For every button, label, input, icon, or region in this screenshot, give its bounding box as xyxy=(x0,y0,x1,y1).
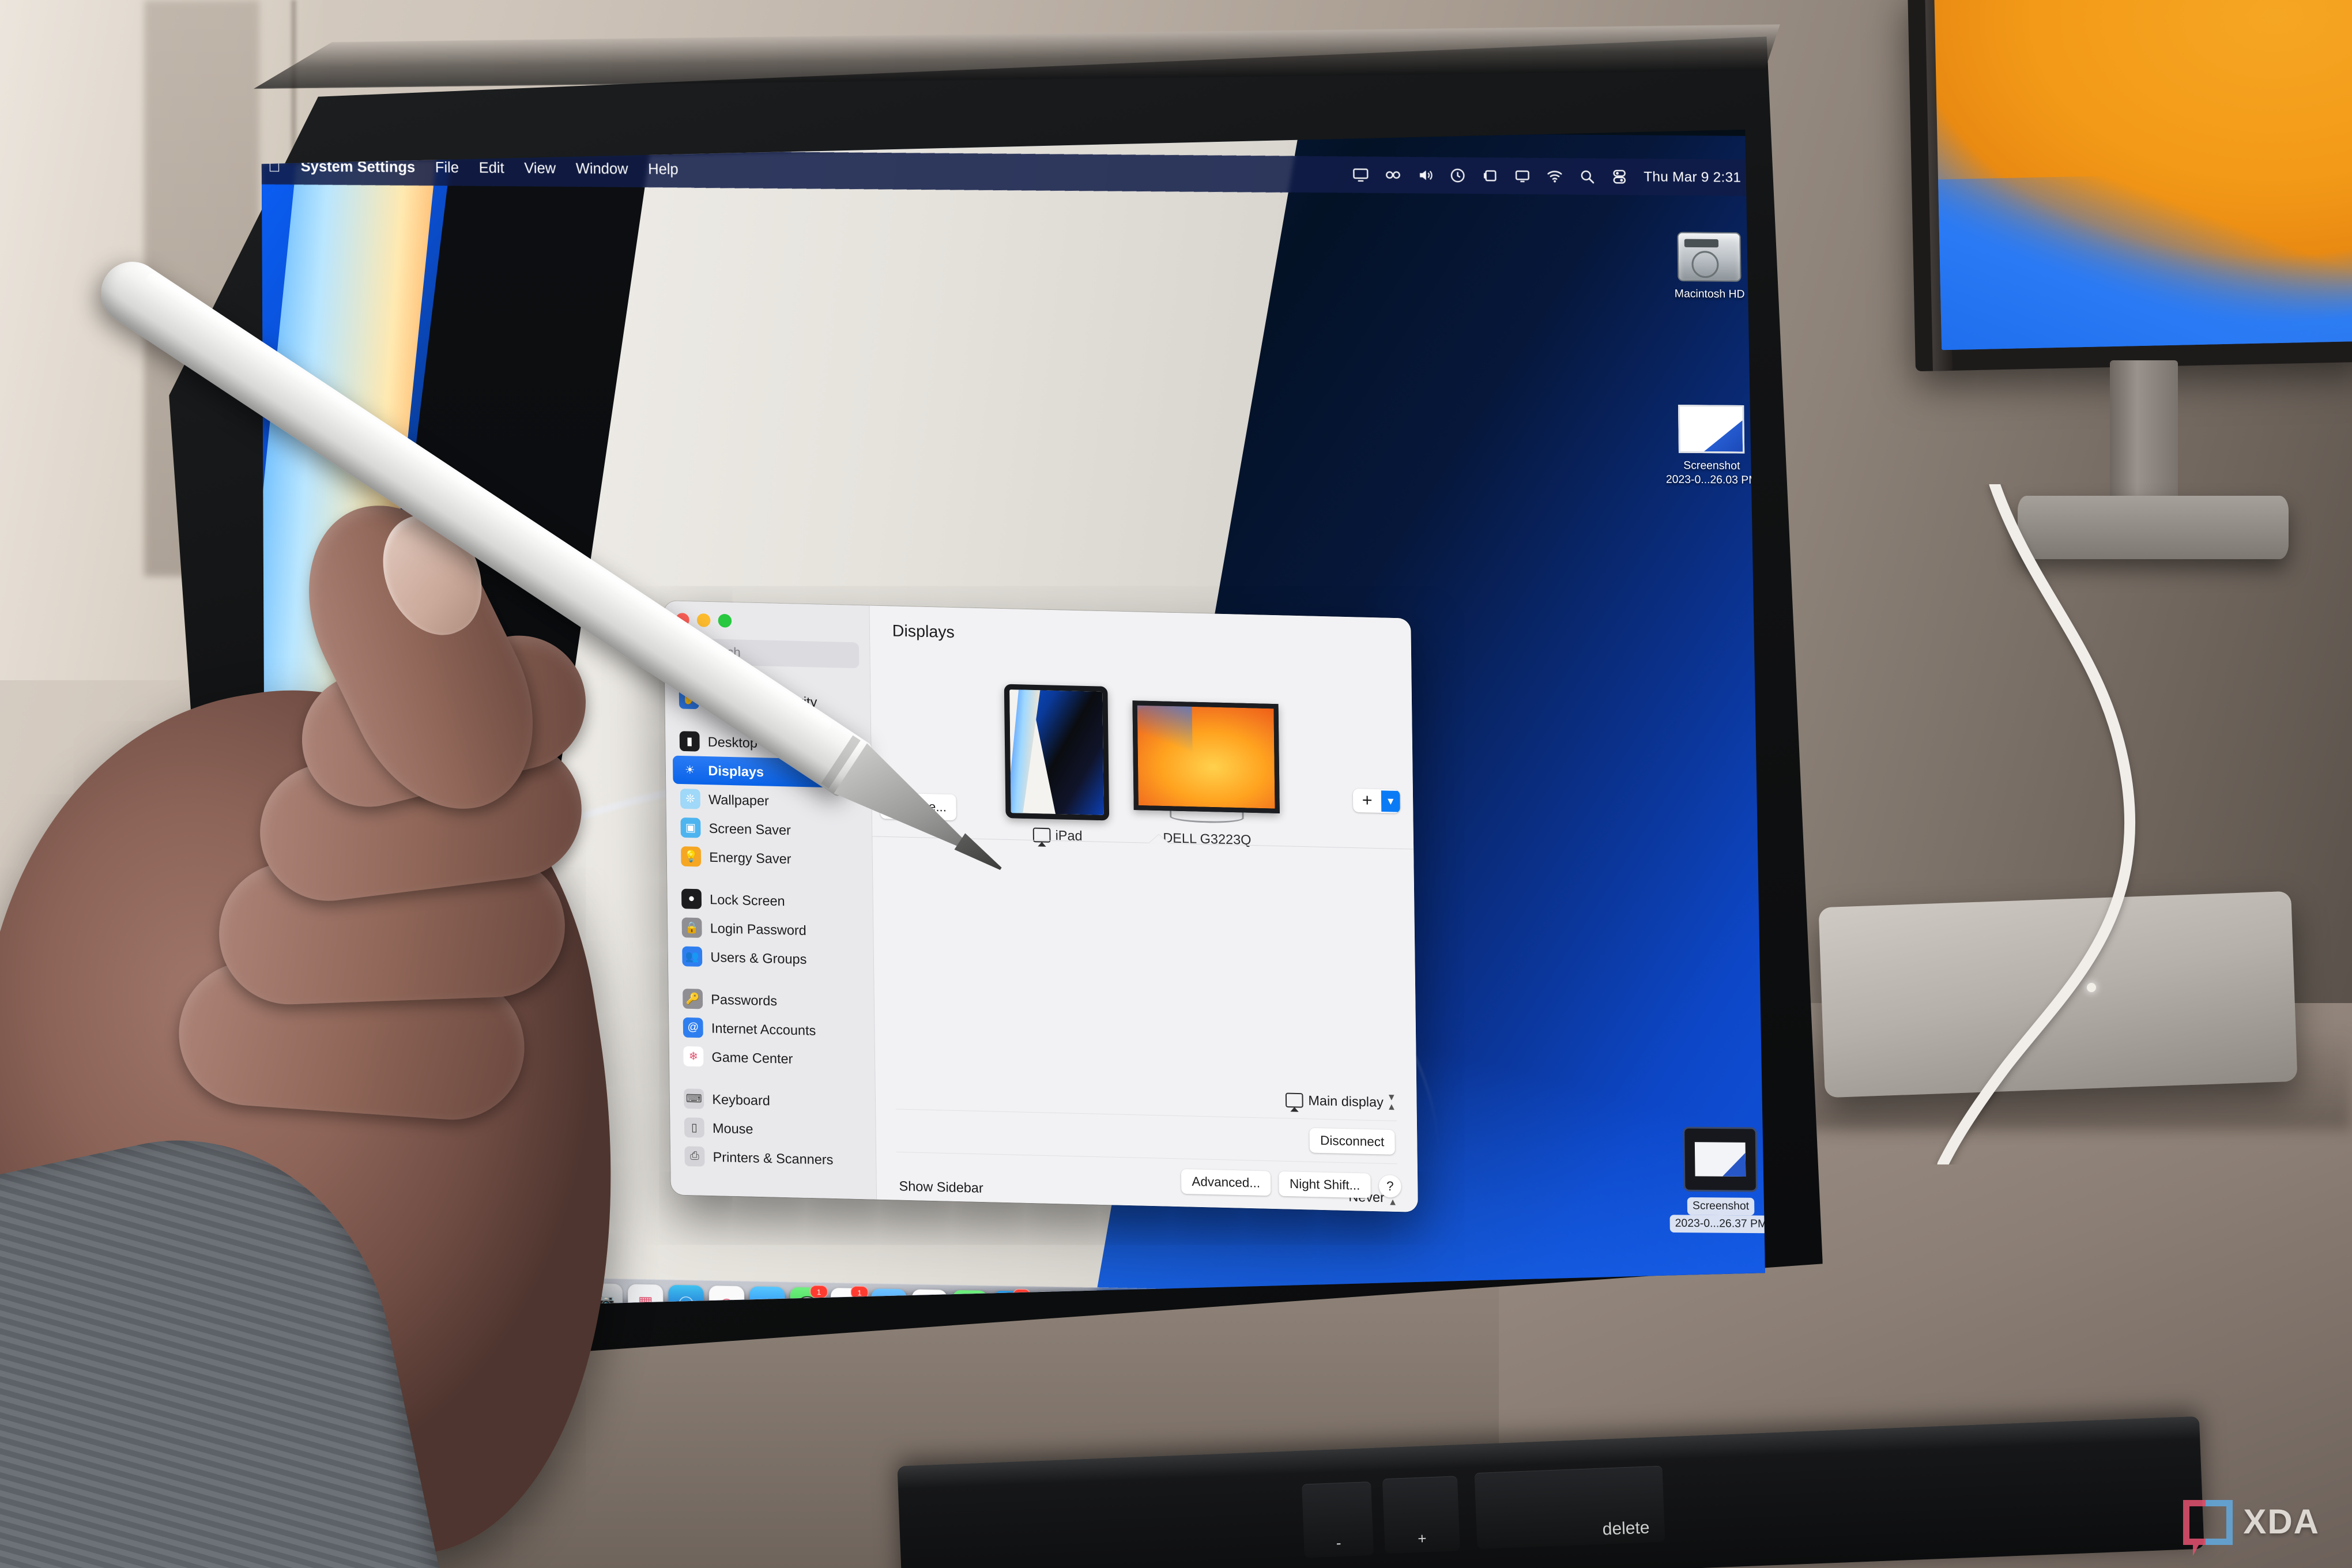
desktop-icon-label: Screenshot xyxy=(1683,459,1740,473)
key-delete[interactable]: delete xyxy=(1474,1465,1665,1549)
desktop-icon-label: Screenshot xyxy=(1687,1197,1755,1215)
xda-wordmark: XDA xyxy=(2243,1502,2320,1541)
desktop-icon-label-2: 2023-0...26.37 PM xyxy=(1669,1215,1765,1233)
menu-item-edit[interactable]: Edit xyxy=(478,159,504,176)
menu-item-help[interactable]: Help xyxy=(648,161,679,178)
display-icon[interactable] xyxy=(1514,168,1531,184)
key-plus[interactable]: + xyxy=(1382,1476,1460,1554)
external-monitor xyxy=(1908,0,2352,372)
volume-icon[interactable] xyxy=(1417,167,1434,184)
chevron-updown-icon[interactable]: ▾▴ xyxy=(1389,1093,1394,1112)
night-shift-button[interactable]: Night Shift... xyxy=(1279,1171,1371,1198)
badge-count: 1 xyxy=(810,1285,828,1298)
add-display-button[interactable]: + ▾ xyxy=(1353,789,1400,813)
chevron-down-icon[interactable]: ▾ xyxy=(1381,790,1400,812)
desktop-icon-label-2: 2023-0...26.03 PM xyxy=(1665,473,1758,487)
monitor-stand-shape xyxy=(1170,811,1244,823)
xda-watermark: XDA xyxy=(2183,1500,2320,1556)
apple-menu-icon[interactable]:  xyxy=(268,157,281,175)
voiceover-icon[interactable] xyxy=(1385,167,1401,183)
airplay-icon xyxy=(1285,1092,1303,1107)
menu-item-window[interactable]: Window xyxy=(576,160,628,178)
plus-icon[interactable]: + xyxy=(1353,789,1381,813)
wifi-icon[interactable] xyxy=(1547,168,1563,184)
control-center-icon[interactable] xyxy=(1611,168,1628,185)
row-value[interactable]: Main display ▾ ▴ xyxy=(1285,1090,1394,1111)
screenshot-thumbnail-icon xyxy=(1678,405,1744,454)
selection-caret xyxy=(1149,834,1169,843)
desktop-icon-screenshot-2[interactable]: Screenshot 2023-0...26.37 PM xyxy=(1658,1123,1765,1233)
hard-drive-icon xyxy=(1677,232,1741,282)
desktop-icon-label: Macintosh HD xyxy=(1674,288,1745,301)
dock-minimized-window-3[interactable] xyxy=(1366,1302,1400,1312)
dock-minimized-window-2[interactable] xyxy=(1328,1302,1362,1312)
power-cable xyxy=(1937,484,2135,1164)
ipad-display-thumbnail[interactable] xyxy=(1004,684,1109,821)
advanced-button[interactable]: Advanced... xyxy=(1181,1169,1271,1196)
dock-minimized-window-5[interactable] xyxy=(1443,1304,1476,1313)
stage-manager-icon[interactable] xyxy=(1482,167,1498,184)
menu-item-view[interactable]: View xyxy=(524,160,556,177)
menu-item-file[interactable]: File xyxy=(435,159,459,176)
monitor-screen-wallpaper xyxy=(1934,0,2352,350)
photo-scene:  System Settings File Edit View Window … xyxy=(0,0,2352,1568)
display-item-ipad[interactable]: iPad xyxy=(1004,684,1110,845)
page-title: Displays xyxy=(892,621,955,642)
menu-spacer xyxy=(698,169,1332,175)
dock-item-trash[interactable] xyxy=(1481,1301,1516,1313)
row-value-text: Main display xyxy=(1308,1092,1384,1110)
row-label: Show Sidebar xyxy=(899,1178,983,1196)
time-machine-icon[interactable] xyxy=(1449,167,1466,184)
pane-footer-buttons[interactable]: Advanced... Night Shift... ? xyxy=(1181,1169,1401,1199)
desktop-icon-screenshot-1[interactable]: Screenshot 2023-0...26.03 PM xyxy=(1649,394,1766,487)
screenshot-thumbnail-icon-2 xyxy=(1683,1127,1758,1192)
display-item-dell[interactable]: DELL G3223Q xyxy=(1132,700,1280,849)
dock-minimized-window-1[interactable] xyxy=(1290,1301,1324,1312)
key-minus[interactable]: - xyxy=(1302,1481,1374,1558)
help-button[interactable]: ? xyxy=(1379,1175,1401,1198)
dell-display-thumbnail[interactable] xyxy=(1132,700,1279,813)
screen-mirroring-icon[interactable] xyxy=(1352,167,1369,183)
menu-status-area[interactable]: Thu Mar 9 2:31 PM xyxy=(1352,167,1765,186)
xda-logo-icon xyxy=(2183,1500,2233,1556)
dock-minimized-window-4[interactable] xyxy=(1405,1303,1438,1312)
disconnect-button[interactable]: Disconnect xyxy=(1310,1128,1395,1155)
search-icon[interactable] xyxy=(1579,168,1596,185)
